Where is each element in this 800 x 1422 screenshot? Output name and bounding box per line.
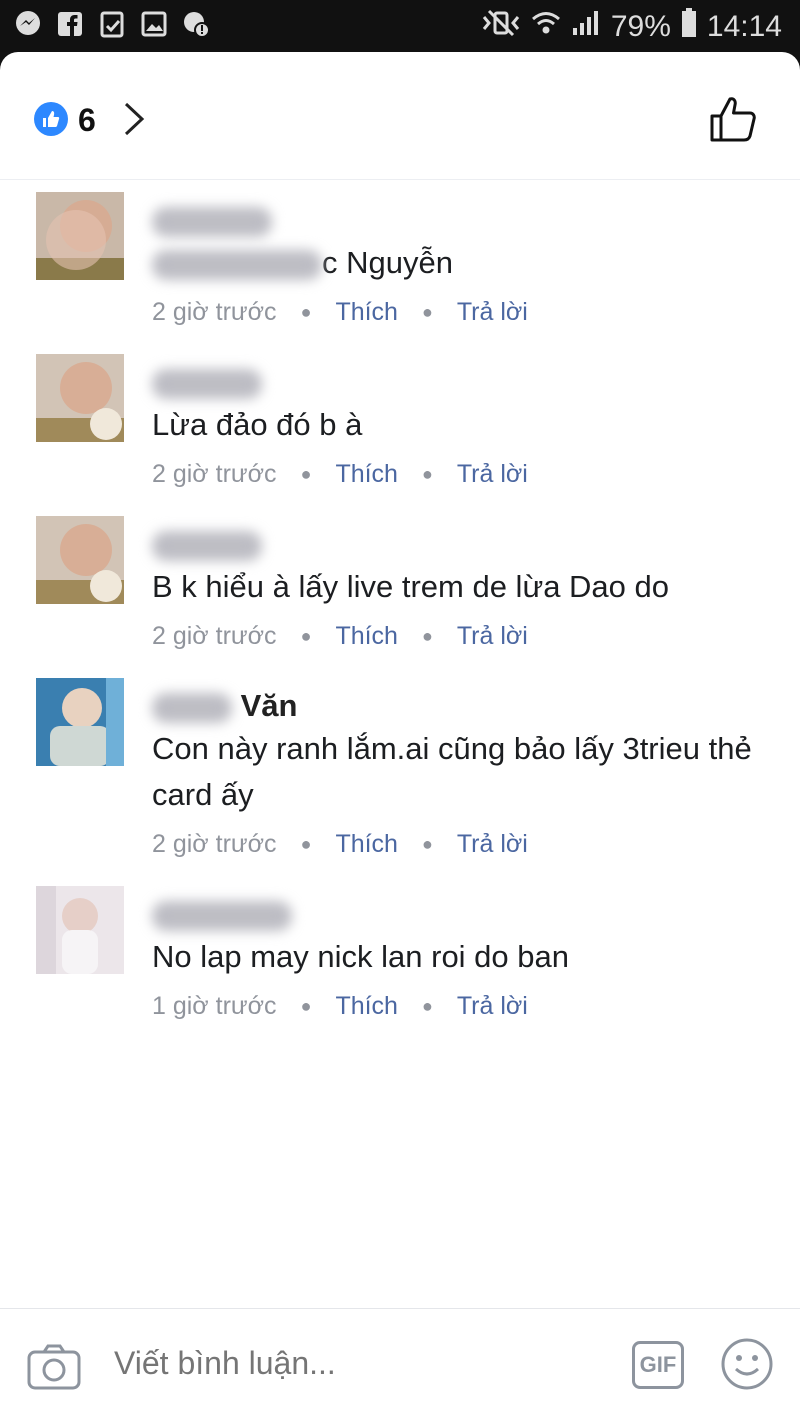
comment-text: Con này ranh lắm.ai cũng bảo lấy 3trieu … (152, 731, 752, 812)
separator-dot: ● (300, 626, 312, 646)
clipboard-icon (98, 10, 126, 38)
messenger-icon (14, 10, 42, 38)
status-bar-notifications (14, 10, 210, 38)
blurred-name (152, 900, 292, 931)
separator-dot: ● (421, 996, 433, 1016)
like-outline-icon[interactable] (708, 94, 758, 144)
avatar[interactable] (36, 886, 124, 974)
comment-meta: 1 giờ trước ● Thích ● Trả lời (152, 990, 528, 1022)
comment-time: 2 giờ trước (152, 622, 277, 650)
clock: 14:14 (706, 10, 782, 43)
separator-dot: ● (300, 834, 312, 854)
separator-dot: ● (421, 834, 433, 854)
location-alert-icon (182, 10, 210, 38)
separator-dot: ● (300, 996, 312, 1016)
commenter-name-visible: Văn (240, 688, 298, 723)
commenter-name[interactable] (152, 524, 262, 564)
commenter-name[interactable] (152, 200, 272, 240)
commenter-name[interactable] (152, 894, 292, 934)
comment-time: 2 giờ trước (152, 298, 277, 326)
comment-text: B k hiểu à lấy live trem de lừa Dao do (152, 569, 670, 604)
blurred-name (152, 530, 262, 561)
comment-meta: 2 giờ trước ● Thích ● Trả lời (152, 458, 528, 490)
like-link[interactable]: Thích (335, 620, 398, 652)
comments-sheet: 6 c Nguyễn 2 giờ trước ● Thích ● Trả lời… (0, 52, 800, 1422)
gallery-icon (140, 10, 168, 38)
comment-time: 2 giờ trước (152, 830, 277, 858)
like-link[interactable]: Thích (335, 458, 398, 490)
comment-text: Lừa đảo đó b à (152, 407, 363, 442)
comment-composer: GIF (0, 1308, 800, 1422)
reply-link[interactable]: Trả lời (457, 990, 528, 1022)
avatar[interactable] (36, 516, 124, 604)
avatar[interactable] (36, 192, 124, 280)
battery-icon (681, 8, 697, 46)
status-bar-system: 79% 14:14 (481, 8, 782, 46)
comment-visible-text: c Nguyễn (322, 245, 453, 280)
reply-link[interactable]: Trả lời (457, 296, 528, 328)
status-bar: 79% 14:14 (0, 0, 800, 52)
separator-dot: ● (300, 302, 312, 322)
like-link[interactable]: Thích (335, 828, 398, 860)
reply-link[interactable]: Trả lời (457, 828, 528, 860)
separator-dot: ● (421, 626, 433, 646)
reaction-count[interactable]: 6 (78, 102, 96, 138)
signal-icon (571, 10, 601, 44)
blurred-name (152, 368, 262, 399)
comment-meta: 2 giờ trước ● Thích ● Trả lời (152, 620, 528, 652)
gif-label: GIF (639, 1352, 677, 1377)
comment-meta: 2 giờ trước ● Thích ● Trả lời (152, 828, 528, 860)
comment-time: 2 giờ trước (152, 460, 277, 488)
like-link[interactable]: Thích (335, 296, 398, 328)
reply-link[interactable]: Trả lời (457, 458, 528, 490)
emoji-icon[interactable] (720, 1337, 774, 1391)
avatar[interactable] (36, 678, 124, 766)
vibrate-mute-icon (481, 9, 521, 45)
reply-link[interactable]: Trả lời (457, 620, 528, 652)
comment-time: 1 giờ trước (152, 992, 277, 1020)
comment-text: c Nguyễn (152, 240, 772, 286)
commenter-name[interactable] (152, 362, 262, 402)
camera-icon[interactable] (26, 1343, 82, 1391)
gif-button[interactable]: GIF (632, 1341, 684, 1389)
avatar[interactable] (36, 354, 124, 442)
separator-dot: ● (300, 464, 312, 484)
comment-input[interactable] (114, 1345, 594, 1382)
chevron-right-icon[interactable] (120, 100, 148, 138)
facebook-icon (56, 10, 84, 38)
comment-text: No lap may nick lan roi do ban (152, 939, 570, 974)
like-badge-icon[interactable] (34, 102, 68, 136)
blurred-name (152, 692, 232, 723)
wifi-icon (531, 10, 561, 44)
separator-dot: ● (421, 302, 433, 322)
reactions-header: 6 (0, 52, 800, 180)
blurred-name (152, 206, 272, 237)
commenter-name[interactable]: Văn (152, 686, 297, 726)
blurred-text (152, 249, 322, 280)
battery-percent: 79% (610, 10, 671, 43)
separator-dot: ● (421, 464, 433, 484)
like-link[interactable]: Thích (335, 990, 398, 1022)
comment-meta: 2 giờ trước ● Thích ● Trả lời (152, 296, 528, 328)
